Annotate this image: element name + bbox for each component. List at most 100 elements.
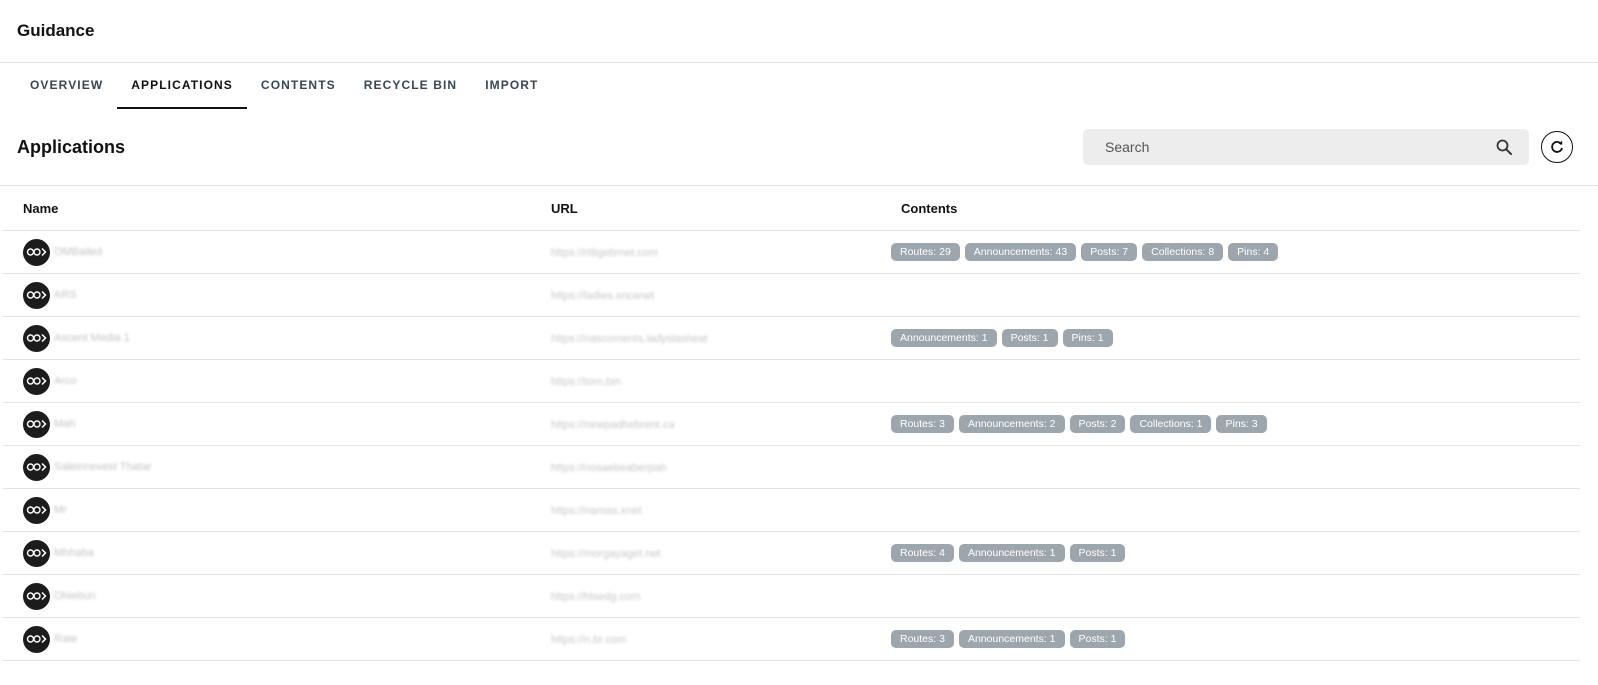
table-row[interactable]: Saleinnevest Thatar https://nosaebeaberpa… bbox=[3, 445, 1580, 489]
search-input[interactable] bbox=[1103, 138, 1487, 156]
url-cell: https://nosaebeaberpah bbox=[551, 445, 879, 489]
search-box[interactable] bbox=[1083, 129, 1529, 165]
name-wrap: Ohiebun bbox=[23, 582, 551, 610]
name-wrap: ARS bbox=[23, 281, 551, 309]
search-icon[interactable] bbox=[1495, 138, 1513, 156]
app-url[interactable]: https://ladies.xncanet bbox=[551, 290, 654, 302]
url-cell: https://n.br.com bbox=[551, 617, 879, 661]
name-cell: Rate bbox=[3, 617, 551, 661]
app-url[interactable]: https://n.br.com bbox=[551, 634, 626, 646]
url-cell: https://morgayaget.net bbox=[551, 531, 879, 575]
name-cell: Mr bbox=[3, 488, 551, 532]
column-header-name[interactable]: Name bbox=[3, 186, 551, 231]
table-row[interactable]: Mah https://newpadhebrent.ca Routes: 3 Anno… bbox=[3, 402, 1580, 446]
column-header-url[interactable]: URL bbox=[551, 186, 879, 231]
content-badge: Announcements: 1 bbox=[958, 544, 1065, 562]
app-name[interactable]: Arco bbox=[54, 375, 77, 387]
tab-contents[interactable]: CONTENTS bbox=[247, 63, 350, 109]
content-badge: Routes: 3 bbox=[891, 415, 954, 433]
url-cell: https://rt8gebrnet.com bbox=[551, 230, 879, 274]
name-wrap: Mhhaba bbox=[23, 539, 551, 567]
app-logo-icon bbox=[23, 496, 50, 524]
content-badge: Pins: 3 bbox=[1216, 415, 1267, 433]
page-title: Applications bbox=[17, 136, 126, 157]
name-cell: ARS bbox=[3, 273, 551, 317]
table-row[interactable]: Mhhaba https://morgayaget.net Routes: 4 Ann… bbox=[3, 531, 1580, 575]
column-header-contents[interactable]: Contents bbox=[879, 186, 1580, 231]
tab-bar: OVERVIEW APPLICATIONS CONTENTS RECYCLE B… bbox=[16, 63, 1598, 109]
content-badge: Announcements: 43 bbox=[964, 243, 1077, 261]
name-cell: Mah bbox=[3, 402, 551, 446]
content-badge: Pins: 1 bbox=[1062, 329, 1113, 347]
content-badge: Posts: 1 bbox=[1069, 630, 1126, 648]
app-name[interactable]: OMBailed bbox=[54, 246, 102, 258]
app-logo-icon bbox=[23, 625, 50, 653]
app-url[interactable]: https://nosaebeaberpah bbox=[551, 462, 667, 474]
name-cell: Ohiebun bbox=[3, 574, 551, 618]
name-wrap: Mah bbox=[23, 410, 551, 438]
name-wrap: Rate bbox=[23, 625, 551, 653]
name-cell: Arco bbox=[3, 359, 551, 403]
app-name[interactable]: Ohiebun bbox=[54, 590, 96, 602]
tab-applications[interactable]: APPLICATIONS bbox=[117, 63, 247, 109]
applications-table: Name URL Contents OMBailed https://rt8geb… bbox=[3, 186, 1580, 661]
app-name[interactable]: ARS bbox=[54, 289, 77, 301]
content-badge: Collections: 8 bbox=[1142, 243, 1224, 261]
content-badge: Pins: 4 bbox=[1228, 243, 1279, 261]
contents-cell: Announcements: 1 Posts: 1 Pins: 1 bbox=[879, 316, 1580, 360]
table-row[interactable]: Arco https://torn.bin bbox=[3, 359, 1580, 403]
content-badge: Announcements: 2 bbox=[958, 415, 1065, 433]
app-url[interactable]: https://nascoments.ladyslasheat bbox=[551, 333, 708, 345]
tab-import[interactable]: IMPORT bbox=[471, 63, 552, 109]
app-name[interactable]: Mr bbox=[54, 504, 67, 516]
app-name[interactable]: Mhhaba bbox=[54, 547, 94, 559]
app-url[interactable]: https://newpadhebrent.ca bbox=[551, 419, 675, 431]
content-badges: Routes: 3 Announcements: 2 Posts: 2 Collect… bbox=[879, 415, 1580, 433]
content-badges: Routes: 3 Announcements: 1 Posts: 1 bbox=[879, 630, 1580, 648]
app-title: Guidance bbox=[17, 21, 95, 40]
url-cell: https://newpadhebrent.ca bbox=[551, 402, 879, 446]
table-row[interactable]: Ohiebun https://hlsedg.com bbox=[3, 574, 1580, 618]
app-logo-icon bbox=[23, 281, 50, 309]
name-cell: Mhhaba bbox=[3, 531, 551, 575]
url-cell: https://torn.bin bbox=[551, 359, 879, 403]
app-url[interactable]: https://torn.bin bbox=[551, 376, 621, 388]
table-row[interactable]: ARS https://ladies.xncanet bbox=[3, 273, 1580, 317]
table-row[interactable]: OMBailed https://rt8gebrnet.com Routes: 29… bbox=[3, 230, 1580, 274]
name-wrap: Saleinnevest Thatar bbox=[23, 453, 551, 481]
top-bar: Guidance bbox=[0, 0, 1598, 63]
table-row[interactable]: Rate https://n.br.com Routes: 3 Announcemen… bbox=[3, 617, 1580, 661]
content-badge: Routes: 29 bbox=[891, 243, 960, 261]
section-header: Applications bbox=[0, 109, 1598, 186]
contents-cell: Routes: 3 Announcements: 2 Posts: 2 Collect… bbox=[879, 402, 1580, 446]
url-cell: https://hlsedg.com bbox=[551, 574, 879, 618]
app-name[interactable]: Ascent Media 1 bbox=[54, 332, 130, 344]
content-badge: Posts: 1 bbox=[1069, 544, 1126, 562]
name-wrap: OMBailed bbox=[23, 238, 551, 266]
name-wrap: Ascent Media 1 bbox=[23, 324, 551, 352]
app-url[interactable]: https://morgayaget.net bbox=[551, 548, 660, 560]
app-logo-icon bbox=[23, 324, 50, 352]
content-badges: Announcements: 1 Posts: 1 Pins: 1 bbox=[879, 329, 1580, 347]
contents-cell bbox=[879, 445, 1580, 489]
contents-cell: Routes: 3 Announcements: 1 Posts: 1 bbox=[879, 617, 1580, 661]
app-url[interactable]: https://naroas.xnet bbox=[551, 505, 642, 517]
tab-overview[interactable]: OVERVIEW bbox=[16, 63, 117, 109]
contents-cell bbox=[879, 273, 1580, 317]
app-logo-icon bbox=[23, 582, 50, 610]
app-name[interactable]: Saleinnevest Thatar bbox=[54, 461, 152, 473]
app-logo-icon bbox=[23, 238, 50, 266]
contents-cell: Routes: 29 Announcements: 43 Posts: 7 Colle… bbox=[879, 230, 1580, 274]
content-badges: Routes: 4 Announcements: 1 Posts: 1 bbox=[879, 544, 1580, 562]
app-name[interactable]: Rate bbox=[54, 633, 77, 645]
content-badge: Posts: 7 bbox=[1081, 243, 1138, 261]
app-url[interactable]: https://hlsedg.com bbox=[551, 591, 640, 603]
refresh-icon bbox=[1549, 139, 1565, 155]
refresh-button[interactable] bbox=[1541, 131, 1573, 163]
table-row[interactable]: Mr https://naroas.xnet bbox=[3, 488, 1580, 532]
tab-recycle-bin[interactable]: RECYCLE BIN bbox=[350, 63, 471, 109]
table-header-row: Name URL Contents bbox=[3, 186, 1580, 231]
app-name[interactable]: Mah bbox=[54, 418, 75, 430]
table-row[interactable]: Ascent Media 1 https://nascoments.ladysla… bbox=[3, 316, 1580, 360]
app-url[interactable]: https://rt8gebrnet.com bbox=[551, 247, 658, 259]
